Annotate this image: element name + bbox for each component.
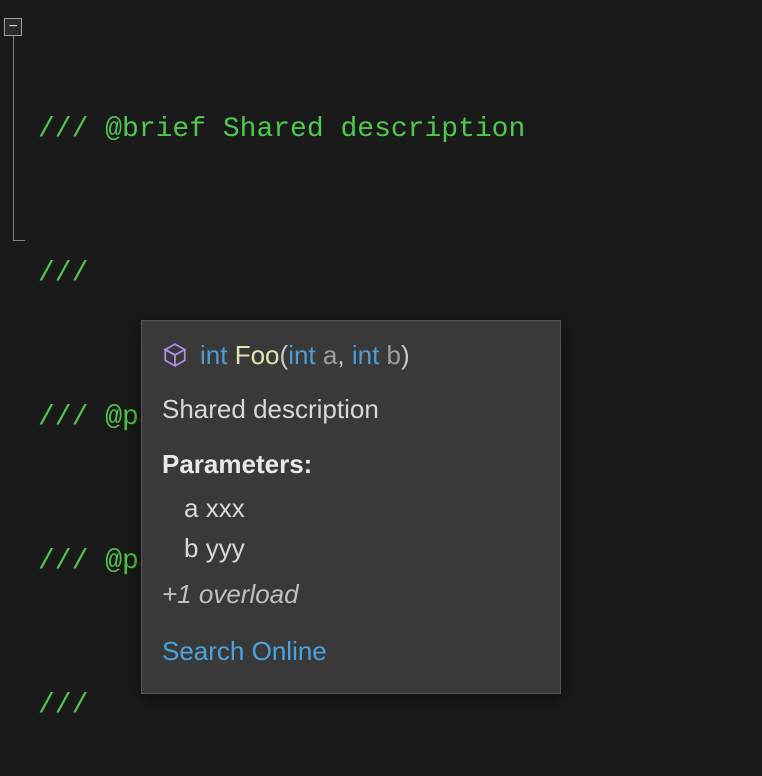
tooltip-parameter: a xxx: [184, 488, 540, 528]
intellisense-tooltip: int Foo(int a, int b) Shared description…: [141, 320, 561, 694]
tooltip-overload-note: +1 overload: [162, 574, 540, 614]
code-editor[interactable]: − /// @brief Shared description /// /// …: [0, 0, 762, 776]
fold-guide-end: [13, 240, 25, 241]
fold-guide-line: [13, 36, 14, 240]
comment-line: ///: [38, 250, 762, 298]
tooltip-signature: int Foo(int a, int b): [200, 335, 410, 375]
tooltip-signature-row: int Foo(int a, int b): [162, 335, 540, 375]
comment-line: /// @brief Shared description: [38, 106, 762, 154]
search-online-link[interactable]: Search Online: [162, 631, 540, 671]
fold-gutter: −: [0, 8, 34, 241]
tooltip-parameter: b yyy: [184, 528, 540, 568]
tooltip-parameters-heading: Parameters:: [162, 444, 540, 484]
fold-collapse-icon[interactable]: −: [4, 18, 22, 36]
tooltip-description: Shared description: [162, 389, 540, 429]
cube-icon: [162, 342, 188, 368]
